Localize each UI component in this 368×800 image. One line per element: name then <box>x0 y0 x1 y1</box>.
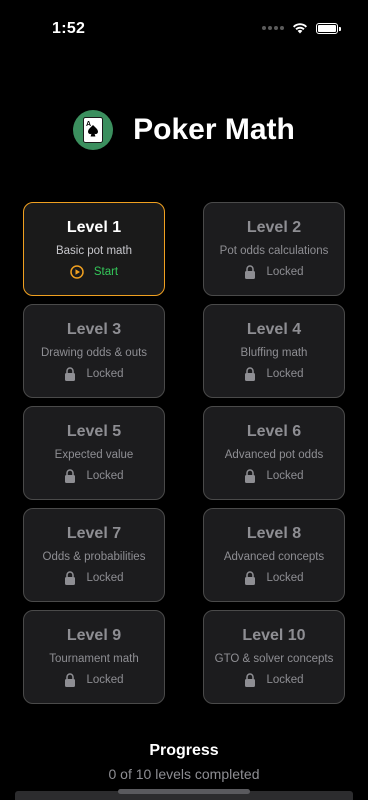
level-title: Level 8 <box>246 525 302 542</box>
level-subtitle: Basic pot math <box>55 245 133 257</box>
locked-label: Locked <box>266 674 304 686</box>
battery-icon <box>316 22 341 34</box>
level-card-2[interactable]: Level 2 Pot odds calculations Locked <box>203 202 345 296</box>
level-subtitle: Tournament math <box>49 653 139 665</box>
locked-label: Locked <box>86 368 124 380</box>
level-title: Level 6 <box>246 423 302 440</box>
level-subtitle: Advanced concepts <box>223 551 325 563</box>
level-title: Level 5 <box>66 423 122 440</box>
level-subtitle: Drawing odds & outs <box>40 347 148 359</box>
play-icon <box>70 265 84 279</box>
level-status: Locked <box>64 571 124 585</box>
lock-icon <box>64 469 76 483</box>
start-label: Start <box>93 266 119 278</box>
level-card-8[interactable]: Level 8 Advanced concepts Locked <box>203 508 345 602</box>
status-bar: 1:52 <box>0 0 368 56</box>
level-title: Level 9 <box>66 627 122 644</box>
level-card-1[interactable]: Level 1 Basic pot math Start <box>23 202 165 296</box>
lock-icon <box>244 367 256 381</box>
home-indicator[interactable] <box>118 789 250 794</box>
level-card-4[interactable]: Level 4 Bluffing math Locked <box>203 304 345 398</box>
level-grid: Level 1 Basic pot math Start Level 2 Pot… <box>23 202 345 704</box>
wifi-icon <box>293 23 307 34</box>
progress-text: 0 of 10 levels completed <box>108 766 260 782</box>
level-status: Locked <box>244 367 304 381</box>
status-time: 1:52 <box>52 20 86 37</box>
level-subtitle: Bluffing math <box>240 347 308 359</box>
locked-label: Locked <box>86 572 124 584</box>
level-title: Level 10 <box>242 627 306 644</box>
level-title: Level 4 <box>246 321 302 338</box>
lock-icon <box>244 571 256 585</box>
level-status: Locked <box>64 469 124 483</box>
spade-card-icon: A <box>73 110 114 150</box>
lock-icon <box>64 673 76 687</box>
level-title: Level 2 <box>246 219 302 236</box>
level-card-7[interactable]: Level 7 Odds & probabilities Locked <box>23 508 165 602</box>
level-card-3[interactable]: Level 3 Drawing odds & outs Locked <box>23 304 165 398</box>
level-subtitle: Odds & probabilities <box>42 551 146 563</box>
locked-label: Locked <box>266 572 304 584</box>
locked-label: Locked <box>86 470 124 482</box>
level-status: Locked <box>244 571 304 585</box>
level-title: Level 3 <box>66 321 122 338</box>
svg-text:A: A <box>86 121 91 128</box>
app-header: A Poker Math <box>0 110 368 150</box>
locked-label: Locked <box>266 368 304 380</box>
level-title: Level 1 <box>66 219 122 236</box>
level-status: Locked <box>244 673 304 687</box>
level-status: Start <box>70 265 118 279</box>
lock-icon <box>244 469 256 483</box>
level-card-5[interactable]: Level 5 Expected value Locked <box>23 406 165 500</box>
locked-label: Locked <box>266 470 304 482</box>
locked-label: Locked <box>86 674 124 686</box>
lock-icon <box>64 571 76 585</box>
lock-icon <box>64 367 76 381</box>
progress-title: Progress <box>149 742 219 759</box>
level-status: Locked <box>244 469 304 483</box>
level-status: Locked <box>64 367 124 381</box>
progress-section: Progress 0 of 10 levels completed <box>0 742 368 782</box>
level-subtitle: GTO & solver concepts <box>214 653 334 665</box>
level-status: Locked <box>244 265 304 279</box>
lock-icon <box>244 673 256 687</box>
level-title: Level 7 <box>66 525 122 542</box>
status-indicators <box>262 22 341 34</box>
level-card-6[interactable]: Level 6 Advanced pot odds Locked <box>203 406 345 500</box>
level-status: Locked <box>64 673 124 687</box>
lock-icon <box>244 265 256 279</box>
level-subtitle: Expected value <box>54 449 134 461</box>
level-subtitle: Pot odds calculations <box>219 245 329 257</box>
level-card-9[interactable]: Level 9 Tournament math Locked <box>23 610 165 704</box>
level-subtitle: Advanced pot odds <box>224 449 324 461</box>
level-card-10[interactable]: Level 10 GTO & solver concepts Locked <box>203 610 345 704</box>
locked-label: Locked <box>266 266 304 278</box>
app-title: Poker Math <box>133 113 295 146</box>
cellular-signal-icon <box>262 26 284 30</box>
